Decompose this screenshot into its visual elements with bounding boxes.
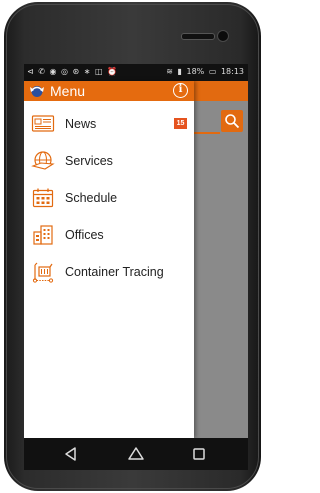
home-icon[interactable] — [126, 444, 146, 464]
search-button[interactable] — [221, 110, 243, 132]
menu-item-services[interactable]: Services — [24, 146, 194, 183]
status-bar: ⊲ ✆ ◉ ◎ ⊛ ∗ ◫ ⏰ ≋ ▮ 18% ▭ 18:13 — [24, 64, 248, 81]
front-camera — [217, 30, 229, 42]
schedule-icon — [32, 188, 54, 208]
dimmed-content-overlay[interactable] — [194, 101, 248, 438]
container-tracing-icon — [32, 262, 54, 283]
app-screen: ⊲ ✆ ◉ ◎ ⊛ ∗ ◫ ⏰ ≋ ▮ 18% ▭ 18:13 Menu i N… — [24, 64, 248, 438]
drawer-menu-list: News 15 Services Schedule Offices Contai… — [24, 109, 194, 294]
menu-item-offices[interactable]: Offices — [24, 220, 194, 257]
battery-icon: ▭ — [208, 67, 217, 76]
back-icon[interactable] — [61, 444, 81, 464]
battery-percent: 18% — [186, 67, 205, 76]
search-input-underline — [194, 132, 220, 134]
notification-icons: ⊲ ✆ ◉ ◎ ⊛ ∗ ◫ ⏰ — [27, 67, 119, 76]
menu-item-schedule[interactable]: Schedule — [24, 183, 194, 220]
earpiece-speaker — [181, 33, 215, 40]
recents-icon[interactable] — [189, 444, 209, 464]
signal-icon: ▮ — [177, 67, 182, 76]
status-right-group: ≋ ▮ 18% ▭ 18:13 — [164, 67, 244, 76]
wifi-icon: ≋ — [166, 67, 173, 76]
menu-item-container-tracing[interactable]: Container Tracing — [24, 257, 194, 294]
news-count-badge: 15 — [174, 118, 187, 129]
system-navigation-bar — [24, 438, 248, 470]
search-icon — [225, 114, 240, 129]
services-icon — [31, 151, 55, 170]
menu-item-label: Container Tracing — [65, 265, 164, 279]
app-toolbar-behind-drawer — [194, 81, 248, 101]
drawer-title: Menu — [50, 83, 86, 99]
menu-item-label: News — [65, 117, 97, 131]
info-icon[interactable]: i — [173, 83, 188, 98]
menu-item-news[interactable]: News 15 — [24, 109, 194, 146]
news-icon — [31, 115, 55, 132]
navigation-drawer: Menu i News 15 Services Schedule Offices… — [24, 81, 194, 438]
offices-icon — [33, 225, 53, 245]
menu-item-label: Offices — [65, 228, 104, 242]
menu-item-label: Schedule — [65, 191, 118, 205]
drawer-header: Menu i — [24, 81, 194, 101]
menu-item-label: Services — [65, 154, 113, 168]
app-logo-icon[interactable] — [29, 84, 45, 98]
clock: 18:13 — [220, 67, 244, 76]
